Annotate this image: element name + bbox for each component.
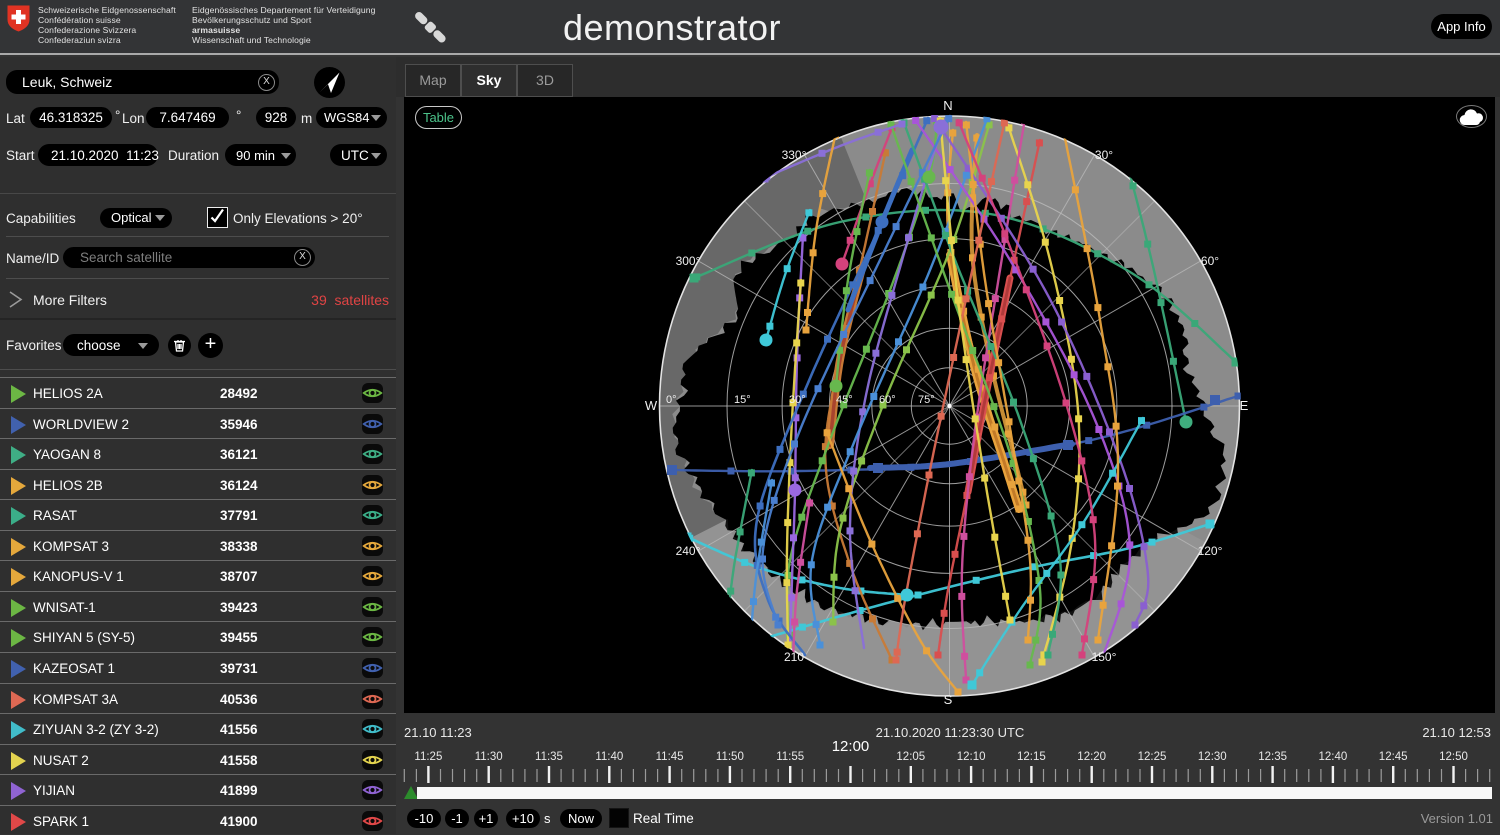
- svg-text:N: N: [943, 98, 952, 113]
- svg-text:12:25: 12:25: [1138, 751, 1167, 763]
- svg-text:45°: 45°: [836, 394, 853, 406]
- svg-text:0°: 0°: [666, 394, 677, 406]
- svg-text:15°: 15°: [734, 394, 751, 406]
- svg-text:12:05: 12:05: [896, 751, 925, 763]
- svg-text:150°: 150°: [1092, 650, 1117, 664]
- svg-text:12:10: 12:10: [957, 751, 986, 763]
- svg-text:11:25: 11:25: [414, 751, 442, 763]
- svg-text:12:30: 12:30: [1198, 751, 1227, 763]
- svg-text:330°: 330°: [782, 148, 807, 162]
- svg-text:12:00: 12:00: [832, 738, 870, 755]
- svg-text:12:45: 12:45: [1379, 751, 1408, 763]
- svg-text:210: 210: [784, 650, 804, 664]
- svg-text:12:20: 12:20: [1077, 751, 1106, 763]
- svg-text:60°: 60°: [1201, 254, 1219, 268]
- svg-text:240°: 240°: [676, 544, 701, 558]
- svg-text:11:40: 11:40: [595, 751, 623, 763]
- svg-text:12:50: 12:50: [1439, 751, 1468, 763]
- svg-text:E: E: [1240, 398, 1249, 413]
- svg-text:12:40: 12:40: [1319, 751, 1348, 763]
- svg-text:11:55: 11:55: [776, 751, 804, 763]
- svg-text:12:15: 12:15: [1017, 751, 1046, 763]
- svg-text:W: W: [645, 398, 658, 413]
- svg-text:120°: 120°: [1198, 544, 1223, 558]
- svg-text:11:35: 11:35: [535, 751, 563, 763]
- svg-text:60°: 60°: [879, 394, 896, 406]
- svg-text:11:50: 11:50: [716, 751, 744, 763]
- svg-text:11:30: 11:30: [475, 751, 503, 763]
- svg-text:30°: 30°: [789, 394, 806, 406]
- svg-text:30°: 30°: [1095, 148, 1113, 162]
- svg-text:300°: 300°: [676, 254, 701, 268]
- svg-text:11:45: 11:45: [656, 751, 684, 763]
- svg-text:S: S: [944, 692, 953, 707]
- svg-text:12:35: 12:35: [1258, 751, 1287, 763]
- svg-text:75°: 75°: [918, 394, 935, 406]
